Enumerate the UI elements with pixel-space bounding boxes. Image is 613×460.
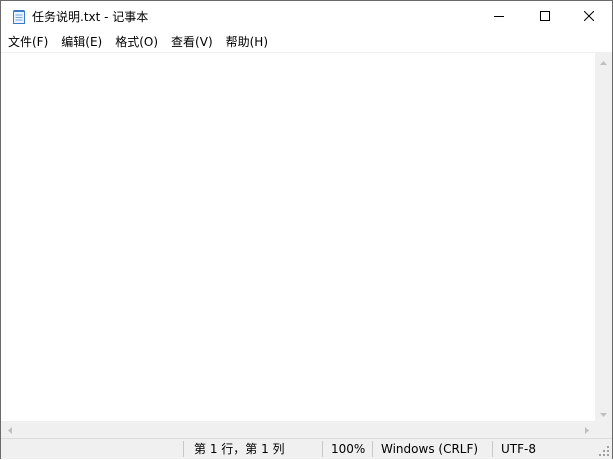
menu-file[interactable]: 文件(F) bbox=[1, 32, 54, 52]
window-title: 任务说明.txt - 记事本 bbox=[32, 10, 149, 24]
arrow-right-icon bbox=[584, 423, 589, 437]
arrow-left-icon bbox=[7, 423, 12, 437]
scroll-right-button[interactable] bbox=[578, 421, 595, 438]
scroll-up-button[interactable] bbox=[595, 52, 612, 69]
title-bar[interactable]: 任务说明.txt - 记事本 bbox=[1, 1, 612, 32]
text-editor-area[interactable] bbox=[1, 52, 595, 422]
scroll-left-button[interactable] bbox=[1, 421, 18, 438]
horizontal-scrollbar[interactable] bbox=[1, 421, 595, 438]
scroll-down-button[interactable] bbox=[595, 404, 612, 421]
vertical-scrollbar[interactable] bbox=[595, 52, 612, 421]
maximize-icon bbox=[540, 10, 550, 24]
menu-help[interactable]: 帮助(H) bbox=[219, 32, 274, 52]
arrow-down-icon bbox=[600, 406, 607, 420]
menu-bar: 文件(F) 编辑(E) 格式(O) 查看(V) 帮助(H) bbox=[1, 32, 612, 52]
notepad-window: 任务说明.txt - 记事本 文件(F) 编辑(E) 格式(O) 查看(V) 帮… bbox=[0, 0, 613, 459]
zoom-level: 100% bbox=[331, 442, 366, 456]
notepad-icon bbox=[11, 9, 27, 25]
maximize-button[interactable] bbox=[522, 1, 568, 32]
scrollbar-corner bbox=[595, 421, 612, 438]
text-encoding: UTF-8 bbox=[501, 442, 536, 456]
menu-edit[interactable]: 编辑(E) bbox=[54, 32, 108, 52]
line-ending: Windows (CRLF) bbox=[381, 442, 479, 456]
minimize-icon bbox=[494, 10, 504, 24]
resize-grip-icon[interactable] bbox=[598, 445, 610, 457]
close-button[interactable] bbox=[566, 1, 612, 32]
cursor-position: 第 1 行，第 1 列 bbox=[194, 442, 285, 456]
arrow-up-icon bbox=[600, 54, 607, 68]
close-icon bbox=[583, 10, 595, 24]
minimize-button[interactable] bbox=[476, 1, 522, 32]
status-bar: 第 1 行，第 1 列 100% Windows (CRLF) UTF-8 bbox=[1, 438, 612, 459]
menu-view[interactable]: 查看(V) bbox=[164, 32, 219, 52]
menu-format[interactable]: 格式(O) bbox=[108, 32, 164, 52]
